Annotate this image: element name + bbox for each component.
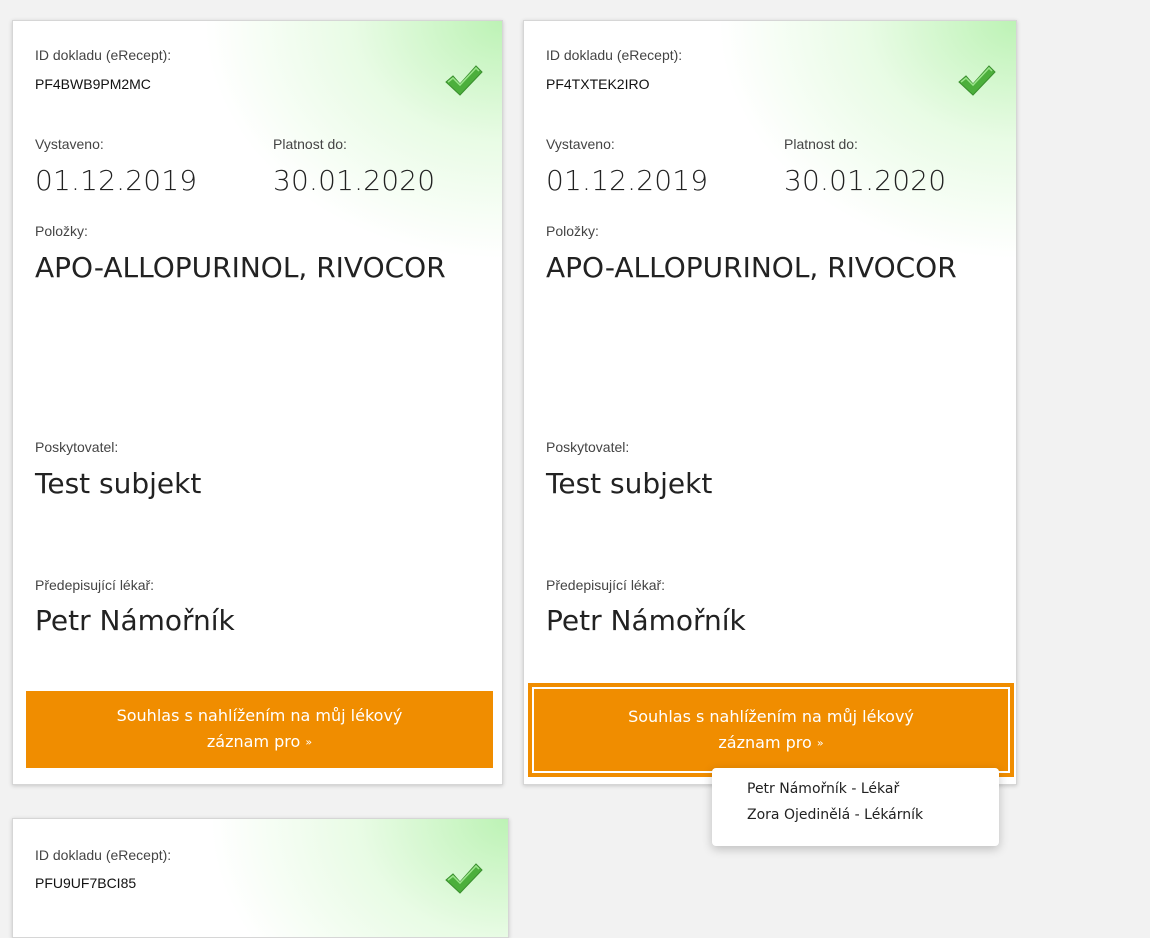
consent-button[interactable]: Souhlas s nahlížením na můj lékový zázna… [528,683,1014,777]
consent-dropdown-menu: Petr Námořník - Lékař Zora Ojedinělá - L… [712,768,999,846]
doctor-label: Předepisující lékař: [35,577,155,593]
provider-value: Test subjekt [35,467,202,500]
id-label: ID dokladu (eRecept): [35,47,172,63]
prescription-card: ID dokladu (eRecept): PF4BWB9PM2MC Vysta… [12,20,503,785]
valid-label: Platnost do: [784,136,858,152]
valid-date: 30.01.2020 [784,164,947,197]
check-icon [445,65,483,96]
id-label: ID dokladu (eRecept): [546,47,683,63]
id-value: PF4BWB9PM2MC [35,76,151,92]
provider-value: Test subjekt [546,467,713,500]
chevron-down-icon: » [816,736,824,750]
items-value: APO-ALLOPURINOL, RIVOCOR [546,251,957,284]
consent-line-2-wrap: záznam pro » [532,730,1010,757]
issued-date: 01.12.2019 [35,164,198,197]
check-icon [445,863,483,894]
valid-label: Platnost do: [273,136,347,152]
consent-line-2-wrap: záznam pro » [26,729,493,756]
prescription-card: ID dokladu (eRecept): PF4TXTEK2IRO Vysta… [523,20,1017,785]
issued-date: 01.12.2019 [546,164,709,197]
chevron-down-icon: » [305,735,313,749]
provider-label: Poskytovatel: [35,439,119,455]
doctor-value: Petr Námořník [546,604,746,637]
consent-line-1: Souhlas s nahlížením na můj lékový [628,707,914,726]
dropdown-item-pharmacist[interactable]: Zora Ojedinělá - Lékárník [712,802,999,828]
id-value: PFU9UF7BCI85 [35,875,137,891]
prescription-card: ID dokladu (eRecept): PFU9UF7BCI85 [12,818,509,938]
consent-line-2: záznam pro [718,733,812,752]
issued-label: Vystaveno: [546,136,615,152]
dropdown-item-doctor[interactable]: Petr Námořník - Lékař [712,776,999,802]
consent-line-2: záznam pro [206,732,301,751]
issued-label: Vystaveno: [35,136,104,152]
items-value: APO-ALLOPURINOL, RIVOCOR [35,251,446,284]
doctor-value: Petr Námořník [35,604,235,637]
provider-label: Poskytovatel: [546,439,630,455]
id-label: ID dokladu (eRecept): [35,847,172,863]
items-label: Položky: [546,223,599,239]
consent-button[interactable]: Souhlas s nahlížením na můj lékový zázna… [26,691,493,768]
consent-line-1: Souhlas s nahlížením na můj lékový [116,706,403,725]
check-icon [958,65,996,96]
doctor-label: Předepisující lékař: [546,577,666,593]
items-label: Položky: [35,223,88,239]
valid-date: 30.01.2020 [273,164,436,197]
id-value: PF4TXTEK2IRO [546,76,650,92]
